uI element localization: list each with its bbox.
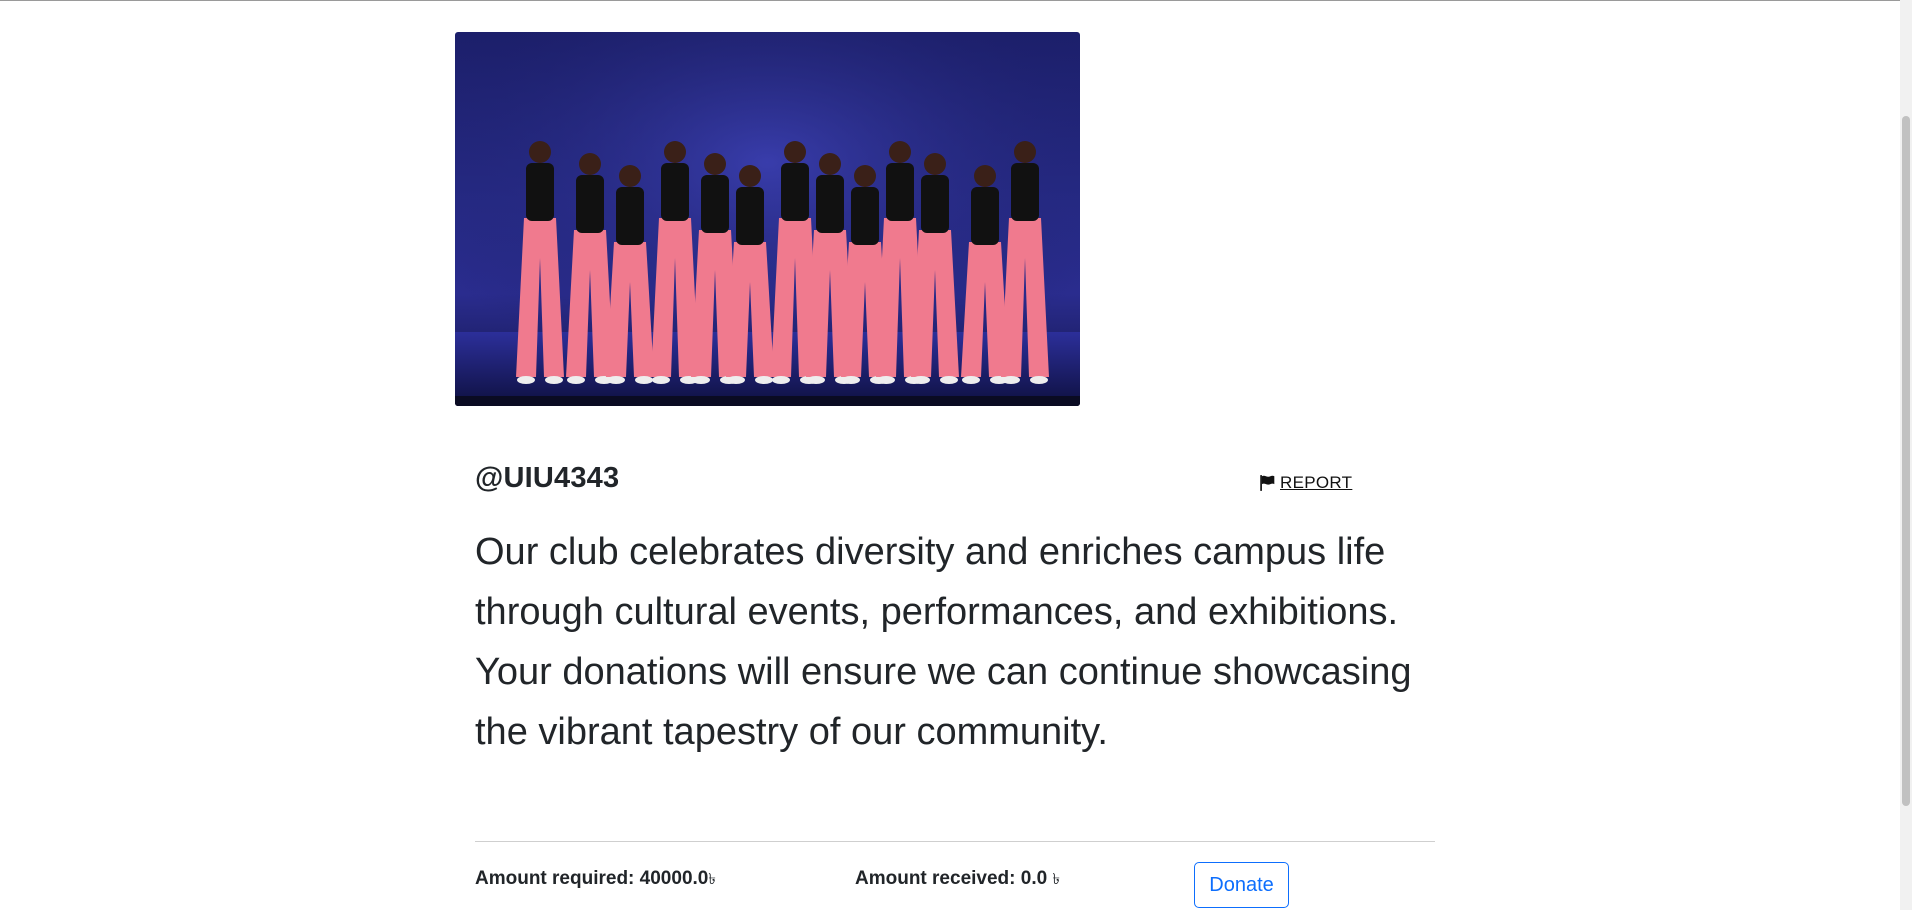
report-link[interactable]: REPORT <box>1258 473 1352 493</box>
donate-button[interactable]: Donate <box>1194 862 1289 908</box>
club-handle: @UIU4343 <box>475 462 620 494</box>
page: @UIU4343 REPORT Our club celebrates dive… <box>0 0 1900 910</box>
club-description: Our club celebrates diversity and enrich… <box>475 531 1412 753</box>
amount-required-label: Amount required: <box>475 868 635 889</box>
vertical-scrollbar[interactable] <box>1900 0 1912 910</box>
flag-icon <box>1260 475 1275 491</box>
amount-received: Amount received: 0.0 ৳ <box>855 868 1060 893</box>
currency-symbol: ৳ <box>1052 871 1060 888</box>
scrollbar-thumb[interactable] <box>1902 116 1910 806</box>
amount-required: Amount required: 40000.0৳ <box>475 868 716 893</box>
report-label: REPORT <box>1280 473 1353 492</box>
divider <box>475 841 1435 842</box>
amount-received-label: Amount received: <box>855 868 1016 889</box>
amount-received-value: 0.0 <box>1020 868 1048 889</box>
top-border <box>0 0 1900 1</box>
currency-symbol: ৳ <box>708 871 716 888</box>
amount-required-value: 40000.0 <box>639 868 709 889</box>
club-photo <box>455 32 1080 406</box>
